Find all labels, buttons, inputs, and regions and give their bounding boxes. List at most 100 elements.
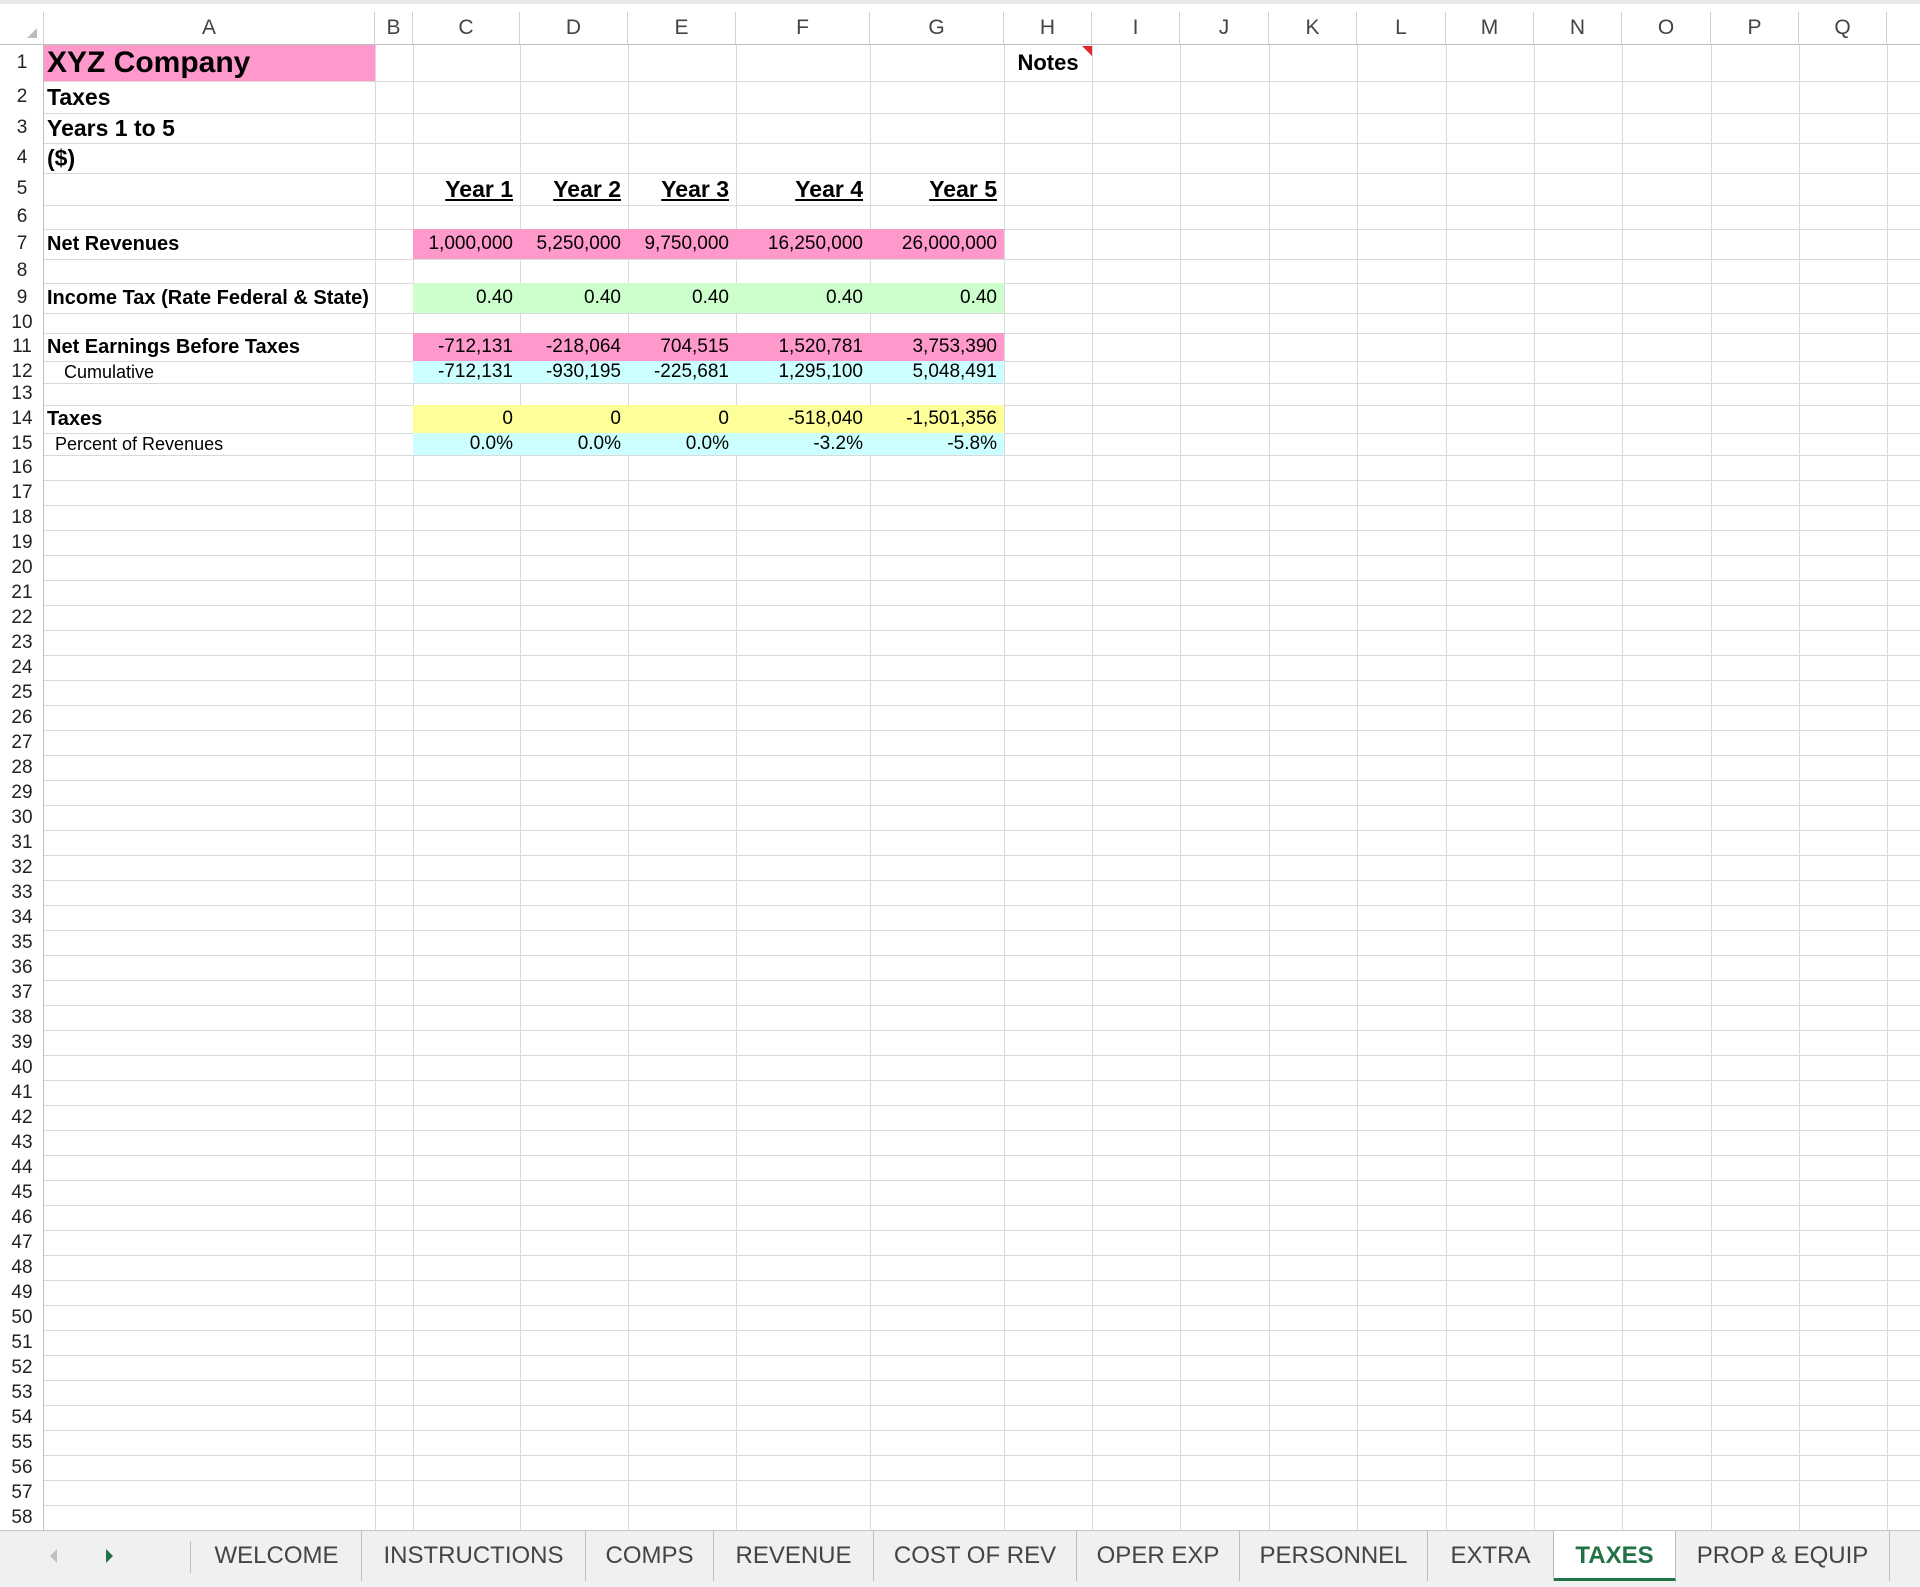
column-header-e[interactable]: E [628,12,736,44]
pct-revenues-value-3[interactable]: 0.0% [628,433,733,455]
sheet-units[interactable]: ($) [47,143,75,173]
column-header-k[interactable]: K [1269,12,1357,44]
net-earnings-value-3[interactable]: 704,515 [628,333,733,361]
column-header-f[interactable]: F [736,12,870,44]
row-header-53[interactable]: 53 [0,1380,44,1405]
column-header-b[interactable]: B [375,12,413,44]
sheet-tab-comps[interactable]: COMPS [586,1531,714,1581]
income-tax-rate-value-5[interactable]: 0.40 [870,283,1001,313]
row-header-3[interactable]: 3 [0,113,44,143]
income-tax-rate-value-2[interactable]: 0.40 [520,283,625,313]
row-header-31[interactable]: 31 [0,830,44,855]
row-header-40[interactable]: 40 [0,1055,44,1080]
column-header-d[interactable]: D [520,12,628,44]
cumulative-value-4[interactable]: 1,295,100 [736,361,867,383]
row-header-49[interactable]: 49 [0,1280,44,1305]
row-header-15[interactable]: 15 [0,433,44,455]
row-header-46[interactable]: 46 [0,1205,44,1230]
taxes-value-2[interactable]: 0 [520,405,625,433]
row-header-54[interactable]: 54 [0,1405,44,1430]
row-header-23[interactable]: 23 [0,630,44,655]
row-header-26[interactable]: 26 [0,705,44,730]
sheet-tab-cost-of-rev[interactable]: COST OF REV [874,1531,1077,1581]
row-header-11[interactable]: 11 [0,333,44,361]
row-header-58[interactable]: 58 [0,1505,44,1530]
row-header-33[interactable]: 33 [0,880,44,905]
pct-revenues-label[interactable]: Percent of Revenues [55,433,223,455]
column-header-o[interactable]: O [1622,12,1711,44]
net-revenues-value-2[interactable]: 5,250,000 [520,229,625,259]
net-revenues-label[interactable]: Net Revenues [47,229,179,259]
year-header-1[interactable]: Year 1 [413,173,517,205]
row-header-37[interactable]: 37 [0,980,44,1005]
scroll-left-icon[interactable] [50,1549,57,1563]
income-tax-rate-value-4[interactable]: 0.40 [736,283,867,313]
row-header-10[interactable]: 10 [0,313,44,333]
row-header-34[interactable]: 34 [0,905,44,930]
column-header-h[interactable]: H [1004,12,1092,44]
row-header-50[interactable]: 50 [0,1305,44,1330]
net-earnings-value-1[interactable]: -712,131 [413,333,517,361]
year-header-5[interactable]: Year 5 [870,173,1001,205]
income-tax-rate-label[interactable]: Income Tax (Rate Federal & State) [47,283,369,313]
net-revenues-value-3[interactable]: 9,750,000 [628,229,733,259]
row-header-14[interactable]: 14 [0,405,44,433]
year-header-2[interactable]: Year 2 [520,173,625,205]
row-header-47[interactable]: 47 [0,1230,44,1255]
row-header-24[interactable]: 24 [0,655,44,680]
row-header-12[interactable]: 12 [0,361,44,383]
income-tax-rate-value-1[interactable]: 0.40 [413,283,517,313]
row-header-25[interactable]: 25 [0,680,44,705]
sheet-tab-instructions[interactable]: INSTRUCTIONS [362,1531,586,1581]
row-header-19[interactable]: 19 [0,530,44,555]
year-header-3[interactable]: Year 3 [628,173,733,205]
column-header-i[interactable]: I [1092,12,1180,44]
row-header-38[interactable]: 38 [0,1005,44,1030]
notes-comment-marker-icon[interactable] [1082,46,1092,56]
row-header-41[interactable]: 41 [0,1080,44,1105]
cumulative-label[interactable]: Cumulative [64,361,154,383]
net-earnings-label[interactable]: Net Earnings Before Taxes [47,333,300,361]
row-header-51[interactable]: 51 [0,1330,44,1355]
row-header-42[interactable]: 42 [0,1105,44,1130]
pct-revenues-value-5[interactable]: -5.8% [870,433,1001,455]
row-header-20[interactable]: 20 [0,555,44,580]
spreadsheet-grid[interactable]: XYZ Company Taxes Years 1 to 5 ($) Notes Year… [0,0,1920,1530]
row-header-56[interactable]: 56 [0,1455,44,1480]
sheet-tab-taxes[interactable]: TAXES [1554,1531,1676,1581]
row-header-2[interactable]: 2 [0,81,44,113]
row-header-28[interactable]: 28 [0,755,44,780]
taxes-value-1[interactable]: 0 [413,405,517,433]
pct-revenues-value-1[interactable]: 0.0% [413,433,517,455]
net-earnings-value-4[interactable]: 1,520,781 [736,333,867,361]
cumulative-value-1[interactable]: -712,131 [413,361,517,383]
taxes-value-4[interactable]: -518,040 [736,405,867,433]
company-title[interactable]: XYZ Company [47,45,250,81]
sheet-tab-prop-equip[interactable]: PROP & EQUIP [1676,1531,1890,1581]
row-header-48[interactable]: 48 [0,1255,44,1280]
row-header-27[interactable]: 27 [0,730,44,755]
column-header-c[interactable]: C [413,12,520,44]
sheet-period[interactable]: Years 1 to 5 [47,113,175,143]
row-header-1[interactable]: 1 [0,45,44,81]
column-header-g[interactable]: G [870,12,1004,44]
row-header-45[interactable]: 45 [0,1180,44,1205]
cumulative-value-2[interactable]: -930,195 [520,361,625,383]
net-revenues-value-4[interactable]: 16,250,000 [736,229,867,259]
net-earnings-value-5[interactable]: 3,753,390 [870,333,1001,361]
row-header-35[interactable]: 35 [0,930,44,955]
column-header-m[interactable]: M [1446,12,1534,44]
row-header-13[interactable]: 13 [0,383,44,405]
cumulative-value-3[interactable]: -225,681 [628,361,733,383]
row-header-18[interactable]: 18 [0,505,44,530]
sheet-subtitle[interactable]: Taxes [47,81,111,113]
year-header-4[interactable]: Year 4 [736,173,867,205]
row-header-30[interactable]: 30 [0,805,44,830]
row-header-43[interactable]: 43 [0,1130,44,1155]
cumulative-value-5[interactable]: 5,048,491 [870,361,1001,383]
row-header-5[interactable]: 5 [0,173,44,205]
column-header-j[interactable]: J [1180,12,1269,44]
taxes-label[interactable]: Taxes [47,405,102,433]
row-header-57[interactable]: 57 [0,1480,44,1505]
row-header-39[interactable]: 39 [0,1030,44,1055]
